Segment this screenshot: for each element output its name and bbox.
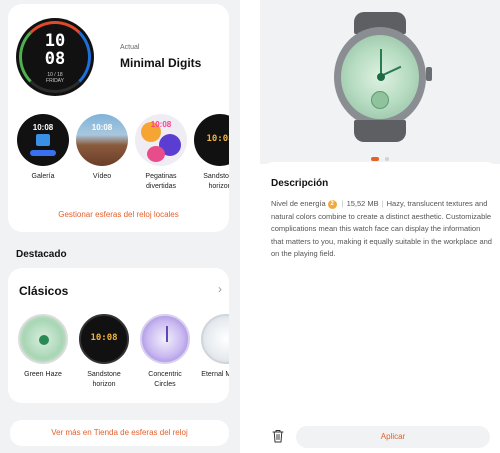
dot-inactive <box>385 156 390 161</box>
description-body: Nivel de energía 2 | 15,52 MB | Hazy, translu… <box>271 199 492 259</box>
more-in-store-card[interactable]: Ver más en Tienda de esferas del reloj <box>10 420 229 446</box>
local-faces-row: 10:08 Galería 10:08 Vídeo 10:08 Pegatina… <box>16 114 229 204</box>
file-size: 15,52 MB <box>346 199 379 208</box>
preview-hero <box>260 0 500 164</box>
face-caption: Green Haze <box>24 371 62 378</box>
face-item-video[interactable]: 10:08 Vídeo <box>75 114 129 182</box>
current-face-name: Minimal Digits <box>120 56 202 70</box>
watch-dial <box>341 35 419 119</box>
face-caption: Sandstone horizon <box>203 173 229 190</box>
classics-card: Clásicos › Green Haze 10:08 Sandstone ho… <box>8 268 229 403</box>
classic-item-sandstone[interactable]: 10:08 Sandstone horizon <box>77 314 131 390</box>
current-face-date: 10 / 18 FRIDAY <box>46 72 64 84</box>
face-caption: Sandstone horizon <box>87 371 121 388</box>
concentric-thumb <box>140 314 190 364</box>
manage-local-faces-link[interactable]: Gestionar esferas del reloj locales <box>8 210 229 219</box>
face-item-galeria[interactable]: 10:08 Galería <box>16 114 70 182</box>
face-item-stickers[interactable]: 10:08 Pegatinas divertidas <box>134 114 188 192</box>
dot-active <box>370 156 379 161</box>
watch-preview <box>330 12 432 142</box>
face-detail-panel: Descripción Nivel de energía 2 | 15,52 MB | H… <box>260 0 500 453</box>
classics-title[interactable]: Clásicos <box>19 284 68 298</box>
classic-item-green-haze[interactable]: Green Haze <box>16 314 70 380</box>
sandstone-face-thumb: 10:08 <box>194 114 229 166</box>
stickers-face-thumb: 10:08 <box>135 114 187 166</box>
trash-icon[interactable] <box>272 429 284 443</box>
description-card: Descripción Nivel de energía 2 | 15,52 MB | H… <box>260 162 500 453</box>
video-face-thumb: 10:08 <box>76 114 128 166</box>
apply-button[interactable]: Aplicar <box>296 426 490 448</box>
watch-crown <box>426 67 432 81</box>
sandstone-thumb: 10:08 <box>79 314 129 364</box>
energy-label: Nivel de energía <box>271 199 326 208</box>
classic-item-concentric[interactable]: Concentric Circles <box>138 314 192 390</box>
face-caption: Eternal Moment <box>201 371 229 378</box>
chevron-right-icon[interactable]: › <box>218 282 222 296</box>
photo-icon <box>36 134 50 146</box>
current-watch-face[interactable]: 10 08 10 / 18 FRIDAY <box>16 18 94 96</box>
energy-badge: 2 <box>327 199 337 209</box>
face-caption: Concentric Circles <box>148 371 182 388</box>
gallery-face-thumb: 10:08 <box>17 114 69 166</box>
watch-band-bottom <box>354 120 406 142</box>
current-face-time: 10 08 <box>44 31 66 69</box>
face-item-sandstone[interactable]: 10:08 Sandstone horizon <box>193 114 229 192</box>
face-caption: Pegatinas divertidas <box>145 173 177 190</box>
classics-row: Green Haze 10:08 Sandstone horizon Conce… <box>16 314 229 394</box>
edit-pill <box>30 150 56 156</box>
face-caption: Galería <box>31 173 55 180</box>
featured-title: Destacado <box>16 249 67 260</box>
classic-item-eternal[interactable]: Eternal Moment <box>199 314 229 380</box>
green-haze-thumb <box>18 314 68 364</box>
current-face-card: 10 08 10 / 18 FRIDAY Actual Minimal Digi… <box>8 4 229 232</box>
more-in-store-link[interactable]: Ver más en Tienda de esferas del reloj <box>10 428 229 437</box>
watch-faces-panel: 10 08 10 / 18 FRIDAY Actual Minimal Digi… <box>0 0 240 453</box>
eternal-thumb <box>201 314 229 364</box>
current-label: Actual <box>120 44 140 51</box>
description-title: Descripción <box>271 178 329 189</box>
face-caption: Vídeo <box>92 173 112 180</box>
